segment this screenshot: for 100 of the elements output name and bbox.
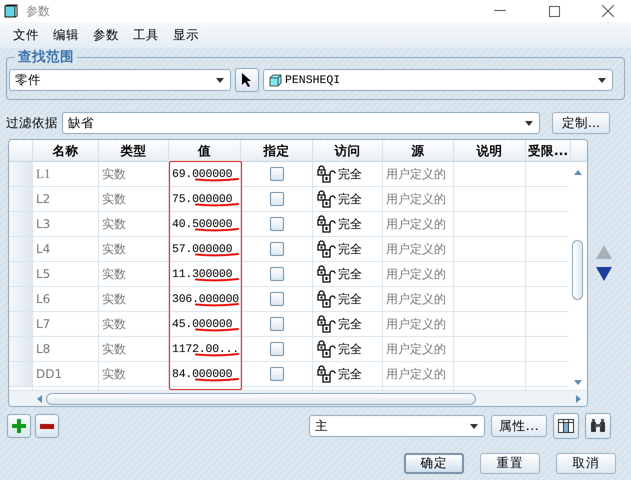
table-cell [454, 212, 526, 237]
checkbox[interactable] [270, 267, 284, 281]
table-cell: 实数 [99, 187, 169, 212]
add-button[interactable] [7, 414, 31, 438]
properties-button[interactable]: 属性... [491, 415, 547, 437]
table-cell: L1 [33, 162, 99, 187]
cube-icon [269, 74, 282, 86]
horizontal-scrollbar[interactable] [9, 390, 587, 406]
table-cell: 实数 [99, 212, 169, 237]
column-header[interactable]: 受限... [526, 140, 571, 162]
table-cell: 实数 [99, 362, 169, 387]
column-header[interactable]: 访问 [313, 140, 383, 162]
padlocks-icon [316, 240, 338, 258]
table-cell: L7 [33, 312, 99, 337]
menu-item[interactable]: 编辑 [46, 26, 86, 44]
minus-icon [40, 424, 54, 428]
find-button[interactable] [585, 413, 611, 439]
plus-icon [12, 419, 26, 433]
column-header [571, 140, 587, 162]
table-cell: 用户定义的 [383, 187, 454, 212]
scroll-up-icon[interactable] [574, 170, 582, 175]
table-cell: 完全 [338, 190, 362, 208]
table-cell [454, 187, 526, 212]
checkbox[interactable] [270, 342, 284, 356]
scrollbar-thumb[interactable] [572, 240, 584, 300]
column-header[interactable]: 说明 [454, 140, 526, 162]
column-header[interactable]: 名称 [33, 140, 99, 162]
cube-icon [4, 4, 18, 18]
table-cell: 完全 [338, 366, 362, 382]
dropdown[interactable]: 零件 [9, 69, 231, 91]
column-header[interactable]: 指定 [241, 140, 313, 162]
dialog-button[interactable]: 确定 [404, 453, 464, 474]
table-cell: 实数 [99, 337, 169, 362]
table-cell[interactable]: 57.000000 [172, 242, 232, 256]
table-cell[interactable]: 11.300000 [172, 268, 232, 280]
dropdown-arrow-icon [525, 120, 533, 126]
table-cell [454, 237, 526, 262]
menu-item[interactable]: 显示 [166, 26, 206, 44]
table-cell: 用户定义的 [383, 312, 454, 337]
menu-item[interactable]: 工具 [126, 26, 166, 44]
checkbox[interactable] [270, 192, 284, 206]
table-cell: 用户定义的 [383, 287, 454, 312]
table-cell[interactable]: 306.000000 [172, 292, 240, 306]
checkbox[interactable] [270, 317, 284, 331]
table-cell: 用户定义的 [383, 362, 454, 387]
pointer-icon [241, 72, 253, 88]
checkbox[interactable] [270, 292, 284, 306]
table-cell [454, 162, 526, 187]
menu-item[interactable]: 参数 [86, 26, 126, 44]
table-cell: 完全 [338, 266, 362, 282]
padlocks-icon [316, 290, 338, 308]
table-cell: 实数 [99, 312, 169, 337]
scrollbar-thumb[interactable] [46, 392, 476, 404]
menu-item[interactable]: 文件 [6, 26, 46, 44]
table-cell: 用户定义的 [383, 212, 454, 237]
table-cell: 完全 [338, 166, 362, 182]
pick-button[interactable] [235, 68, 259, 92]
column-header[interactable]: 值 [169, 140, 241, 162]
scroll-right-icon[interactable] [576, 394, 581, 402]
dropdown[interactable]: 缺省 [62, 112, 540, 134]
dropdown[interactable]: 主 [309, 415, 485, 437]
checkbox[interactable] [270, 167, 284, 181]
scroll-down-icon[interactable] [574, 380, 582, 385]
move-down-icon[interactable] [596, 267, 612, 281]
dialog-button[interactable]: 取消 [556, 453, 616, 474]
table-cell[interactable]: 40.500000 [172, 218, 232, 230]
checkbox[interactable] [270, 367, 284, 381]
table-cell: 完全 [338, 290, 362, 308]
table-cell: 完全 [338, 316, 362, 332]
scroll-left-icon[interactable] [37, 394, 42, 402]
move-up-icon[interactable] [596, 245, 612, 259]
column-header[interactable]: 源 [383, 140, 454, 162]
dropdown[interactable]: PENSHEQI [263, 69, 613, 91]
table-cell: 完全 [338, 240, 362, 258]
table-cell: 实数 [99, 287, 169, 312]
padlocks-icon [316, 340, 338, 358]
table-cell [454, 262, 526, 287]
dialog-button[interactable]: 重置 [480, 453, 540, 474]
table-cell[interactable]: 75.000000 [172, 192, 232, 206]
table-cell[interactable]: 45.000000 [172, 318, 232, 330]
table-cell[interactable]: 69.000000 [172, 168, 232, 180]
column-header[interactable]: 类型 [99, 140, 169, 162]
window-title: 参数 [26, 2, 51, 20]
table-cell[interactable]: 1172.00... [172, 342, 240, 356]
table-cell: 用户定义的 [383, 237, 454, 262]
remove-button[interactable] [35, 414, 59, 438]
padlocks-icon [316, 265, 338, 283]
customize-button[interactable]: 定制... [552, 112, 610, 134]
table-cell[interactable]: 84.000000 [172, 368, 232, 380]
group-title: 查找范围 [16, 48, 75, 66]
binoculars-icon [590, 419, 606, 433]
dropdown-arrow-icon [216, 78, 224, 82]
padlocks-icon [316, 315, 338, 333]
columns-button[interactable] [553, 413, 579, 439]
close-icon [602, 5, 614, 17]
checkbox[interactable] [270, 242, 284, 256]
padlocks-icon [316, 215, 338, 233]
padlocks-icon [316, 165, 338, 183]
checkbox[interactable] [270, 217, 284, 231]
table-cell: L3 [33, 212, 99, 237]
